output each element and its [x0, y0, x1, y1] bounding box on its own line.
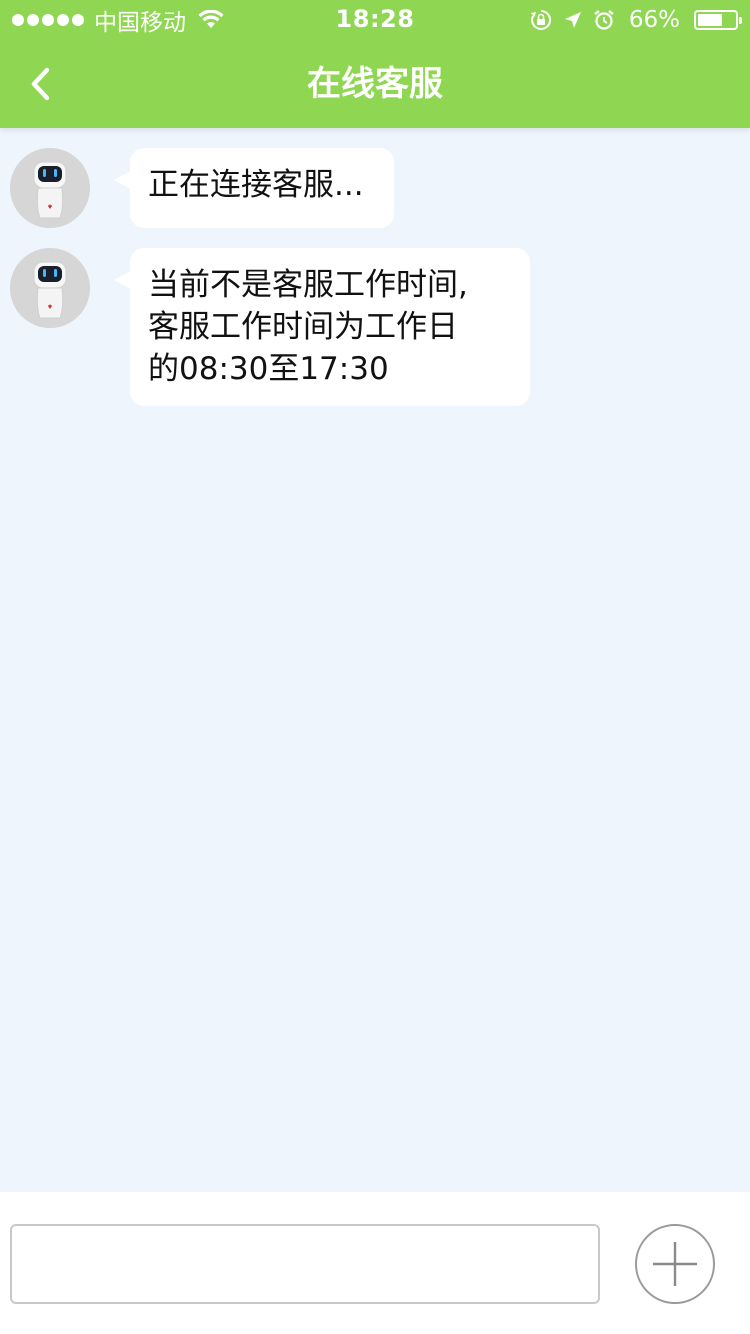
header: 中国移动 18:28 66% 在线客服	[0, 0, 750, 128]
plus-icon	[653, 1242, 697, 1286]
orientation-lock-icon	[529, 8, 553, 32]
message-bubble: 当前不是客服工作时间, 客服工作时间为工作日 的08:30至17:30	[114, 248, 530, 406]
status-bar: 中国移动 18:28 66%	[0, 0, 750, 40]
page-title: 在线客服	[307, 64, 443, 104]
battery-level	[698, 14, 722, 26]
chat-screen: 中国移动 18:28 66% 在线客服 正在连接客服... 当前不是客服工作时间…	[0, 0, 750, 1334]
battery-percentage: 66%	[628, 7, 680, 33]
location-arrow-icon	[563, 10, 583, 30]
status-right: 66%	[529, 6, 742, 34]
message-input[interactable]	[10, 1224, 600, 1304]
add-button[interactable]	[635, 1224, 715, 1304]
message-bubble: 正在连接客服...	[114, 148, 394, 228]
robot-avatar-icon[interactable]	[10, 248, 90, 328]
nav-bar: 在线客服	[0, 40, 750, 128]
input-bar	[0, 1192, 750, 1334]
robot-avatar-icon[interactable]	[10, 148, 90, 228]
alarm-icon	[593, 9, 615, 31]
chat-message-list[interactable]: 正在连接客服... 当前不是客服工作时间, 客服工作时间为工作日 的08:30至…	[0, 128, 750, 1192]
battery-icon	[694, 10, 742, 30]
